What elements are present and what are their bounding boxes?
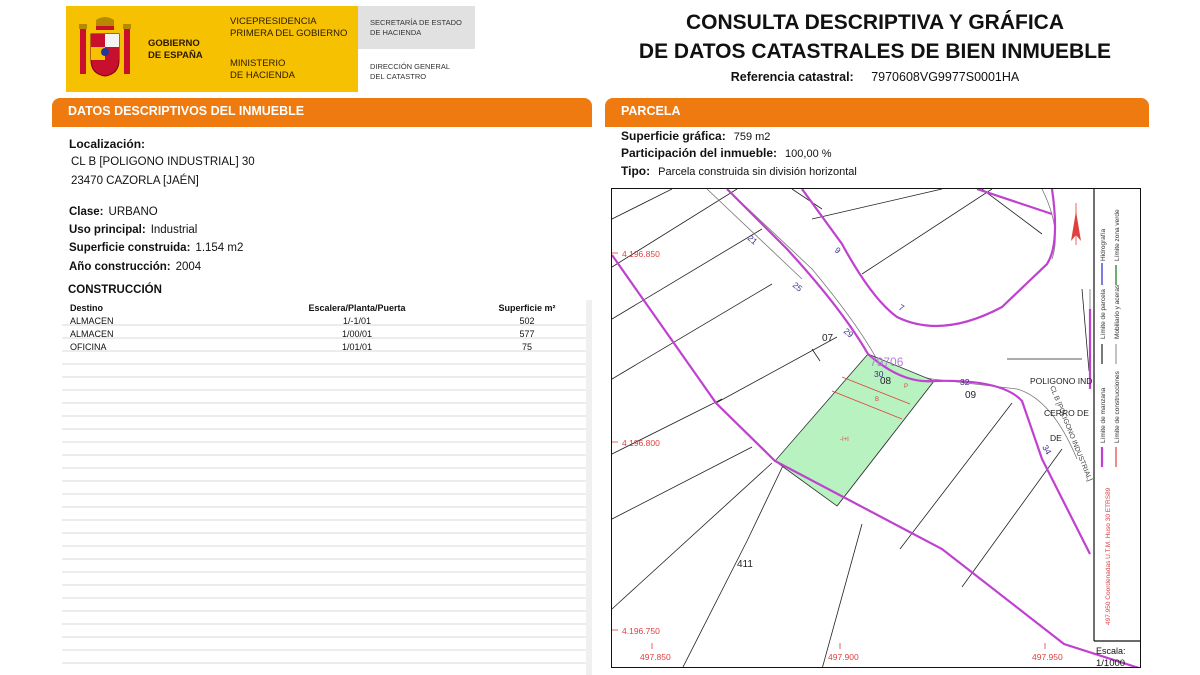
direccion-general-label: DIRECCIÓN GENERAL DEL CATASTRO [370,62,451,81]
area-label: POLIGONO IND [1030,376,1092,386]
street-number: 25 [791,280,805,294]
localizacion-label: Localización: [69,137,146,151]
ministerio-label: MINISTERIO DE HACIENDA [230,58,295,81]
parcel-label: 411 [737,559,753,570]
map-drawing: 21 9 25 7 29 30 32 34 CL B [POLIGONO IND… [612,189,1140,668]
scale-label: Escala: [1096,646,1126,656]
cell-escalera: 1/00/01 [341,329,373,339]
street-number: 21 [746,233,760,247]
north-arrow-icon [1071,203,1081,245]
descriptive-section-header: DATOS DESCRIPTIVOS DEL INMUEBLE [52,98,592,124]
parcel-mark: -I+I [840,437,849,443]
address-line-1: CL B [POLIGONO INDUSTRIAL] 30 [71,156,255,168]
address-line-2: 23470 CAZORLA [JAÉN] [71,175,199,187]
ref-label: Referencia catastral: [730,70,854,84]
clase-field: Clase: URBANO [69,206,158,218]
area-label: DE [1050,433,1062,443]
table-row: ALMACEN 1/00/01 577 [62,328,586,341]
street-number: 7 [897,302,906,313]
anio-field: Año construcción: 2004 [69,261,201,273]
street-number: 34 [1040,443,1054,456]
superficie-grafica-field: Superficie gráfica: 759 m2 [621,129,770,143]
parcel-mark: P [904,384,908,390]
sup-grafica-value: 759 m2 [733,131,771,143]
secretaria-label: SECRETARÍA DE ESTADO DE HACIENDA [370,18,462,37]
gobierno-label: GOBIERNO DE ESPAÑA [148,38,203,61]
clase-value: URBANO [108,206,158,218]
street-number: 9 [833,245,843,256]
parcel-label: 08 [880,376,892,387]
legend-hidrografia: Hidrografía [1100,228,1107,261]
cell-destino: ALMACEN [70,329,114,339]
uso-field: Uso principal: Industrial [69,224,197,236]
cell-destino: OFICINA [70,342,107,352]
construccion-table: Destino Escalera/Planta/Puerta Superfici… [62,300,586,675]
scale-value: 1/1000 [1096,658,1125,668]
secretaria-block: SECRETARÍA DE ESTADO DE HACIENDA [358,6,475,49]
table-row: ALMACEN 1/-1/01 502 [62,315,586,328]
uso-value: Industrial [150,224,198,236]
participacion-label: Participación del inmueble: [621,146,778,160]
street-number: 32 [960,377,970,387]
cadastral-map[interactable]: 21 9 25 7 29 30 32 34 CL B [POLIGONO IND… [611,188,1141,668]
street-number: 29 [842,326,856,340]
uso-label: Uso principal: [69,224,146,236]
tipo-field: Tipo: Parcela construida sin división hor… [621,164,857,178]
participacion-field: Participación del inmueble: 100,00 % [621,146,832,160]
parcel-mark: B [875,397,879,403]
table-row: OFICINA 1/01/01 75 [62,341,586,354]
anio-value: 2004 [175,261,202,273]
parcela-header-underline [605,124,1149,127]
y-coordinate: 4.196.750 [622,626,660,636]
coordinate-note: 497.950 Coordenadas U.T.M. Huso 30 ETRS8… [1105,487,1112,625]
parcel-label: 07 [822,333,834,344]
parcela-section-header: PARCELA [605,98,1149,124]
construccion-title: CONSTRUCCIÓN [68,284,162,296]
legend-zona-verde: Límite zona verde [1114,209,1121,261]
superficie-label: Superficie construida: [69,242,191,254]
parcel-label: 09 [965,390,977,401]
page-title: CONSULTA DESCRIPTIVA Y GRÁFICA DE DATOS … [638,11,1112,63]
cell-superficie: 75 [521,342,532,352]
cell-superficie: 502 [519,316,535,326]
superficie-value: 1.154 m2 [195,242,244,254]
superficie-field: Superficie construida: 1.154 m2 [69,242,243,254]
x-coordinate: 497.950 [1032,652,1063,662]
government-logo-block: GOBIERNO DE ESPAÑA VICEPRESIDENCIA PRIME… [66,6,358,92]
ref-value: 7970608VG9977S0001HA [871,70,1020,84]
block-number: 79706 [870,355,904,369]
cell-escalera: 1/01/01 [341,342,373,352]
vicepresidencia-label: VICEPRESIDENCIA PRIMERA DEL GOBIERNO [230,16,348,39]
legend-limite-construcciones: Límite de construcciones [1114,370,1121,443]
area-label: CERRO DE [1044,408,1089,418]
parcel-08-shape[interactable] [774,353,935,507]
anio-label: Año construcción: [69,261,171,273]
participacion-value: 100,00 % [785,148,832,160]
descriptive-header-underline [52,124,592,127]
x-coordinate: 497.850 [640,652,671,662]
y-coordinate: 4.196.800 [622,438,660,448]
sup-grafica-label: Superficie gráfica: [621,129,726,143]
cell-escalera: 1/-1/01 [342,316,372,326]
referencia-catastral: Referencia catastral: 7970608VG9977S0001… [620,70,1130,84]
table-side-shade [586,300,592,675]
legend-limite-manzana: Límite de manzana [1100,387,1107,443]
tipo-label: Tipo: [621,164,651,178]
header-superficie: Superficie m² [498,303,556,313]
header-escalera: Escalera/Planta/Puerta [308,303,406,313]
cell-superficie: 577 [519,329,535,339]
header-destino: Destino [70,303,104,313]
legend-limite-parcela: Límite de parcela [1100,289,1107,339]
x-coordinate: 497.900 [828,652,859,662]
legend-mobiliario: Mobiliario y aceras [1114,284,1121,339]
cell-destino: ALMACEN [70,316,114,326]
table-header-row: Destino Escalera/Planta/Puerta Superfici… [62,302,586,315]
coat-of-arms-icon [79,17,131,77]
y-coordinate: 4.196.850 [622,249,660,259]
tipo-value: Parcela construida sin división horizont… [658,166,857,178]
clase-label: Clase: [69,206,104,218]
